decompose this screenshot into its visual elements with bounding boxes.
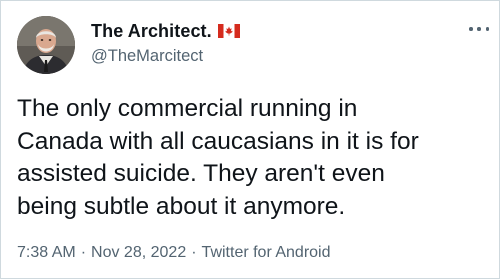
tweet-text-line: The only commercial running in [17,95,358,122]
tweet-text-line: being subtle about it anymore. [17,192,346,220]
tweet-time[interactable]: 7:38 AM [17,244,76,261]
separator: · [191,244,197,261]
author-name-row: The Architect. [91,20,240,42]
more-dot [477,27,481,31]
tweet-metadata: 7:38 AM · Nov 28, 2022 · Twitter for Android [17,244,331,262]
avatar[interactable] [17,16,75,74]
tweet-date[interactable]: Nov 28, 2022 [91,244,186,261]
tweet-text-line: assisted suicide. They aren't even [17,160,385,187]
more-dot [485,27,489,31]
tweet-text: The only commercial running in Canada wi… [17,93,489,223]
author-handle[interactable]: @TheMarcitect [91,47,203,66]
canada-flag-icon [217,24,240,38]
more-dot [469,27,473,31]
tweet-source[interactable]: Twitter for Android [202,244,331,261]
avatar-image [17,16,75,74]
tweet-card: The Architect. @TheMarcitect The only co… [0,0,500,279]
separator: · [80,244,87,261]
display-name[interactable]: The Architect. [91,21,212,42]
more-options-button[interactable] [469,23,489,35]
tweet-text-line: Canada with all caucasians in it is for [17,127,419,155]
